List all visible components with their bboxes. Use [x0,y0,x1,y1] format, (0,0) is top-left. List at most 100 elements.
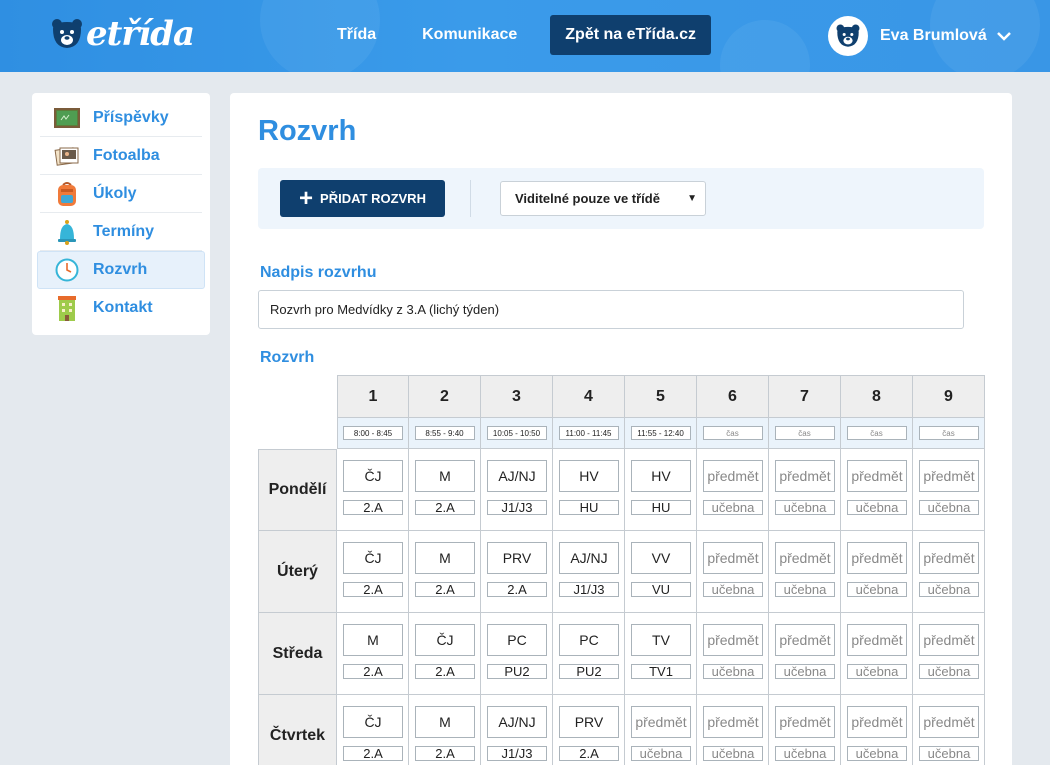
room-input[interactable]: 2.A [559,746,619,761]
room-input[interactable]: 2.A [343,500,403,515]
room-input[interactable]: učebna [775,582,835,597]
room-input[interactable]: J1/J3 [487,746,547,761]
subject-input[interactable]: předmět [847,542,907,574]
room-input[interactable]: PU2 [487,664,547,679]
room-input[interactable]: učebna [847,746,907,761]
subject-input[interactable]: předmět [703,542,763,574]
room-input[interactable]: učebna [847,664,907,679]
room-input[interactable]: TV1 [631,664,691,679]
room-input[interactable]: učebna [919,746,979,761]
sidebar-item-fotoalba[interactable]: Fotoalba [40,137,202,175]
lesson-cell: předmět učebna [913,613,985,695]
subject-input[interactable]: AJ/NJ [487,706,547,738]
nav-trida[interactable]: Třída [337,26,376,44]
sidebar-item-ukoly[interactable]: Úkoly [40,175,202,213]
subject-input[interactable]: předmět [775,624,835,656]
subject-input[interactable]: VV [631,542,691,574]
room-input[interactable]: učebna [919,500,979,515]
subject-input[interactable]: M [415,542,475,574]
subject-input[interactable]: předmět [775,460,835,492]
subject-input[interactable]: předmět [919,542,979,574]
subject-input[interactable]: ČJ [343,542,403,574]
room-input[interactable]: PU2 [559,664,619,679]
subject-input[interactable]: AJ/NJ [559,542,619,574]
room-input[interactable]: 2.A [415,746,475,761]
sidebar-item-kontakt[interactable]: Kontakt [40,289,202,327]
subject-input[interactable]: M [415,460,475,492]
subject-input[interactable]: předmět [703,706,763,738]
visibility-select[interactable]: Viditelné pouze ve třídě ▼ [500,181,706,216]
time-input[interactable]: 11:00 - 11:45 [558,426,619,440]
room-input[interactable]: učebna [703,500,763,515]
room-input[interactable]: učebna [775,746,835,761]
room-input[interactable]: HU [559,500,619,515]
subject-input[interactable]: předmět [631,706,691,738]
room-input[interactable]: učebna [703,664,763,679]
subject-input[interactable]: předmět [919,460,979,492]
time-input[interactable]: 10:05 - 10:50 [486,426,547,440]
subject-input[interactable]: předmět [703,460,763,492]
room-input[interactable]: 2.A [487,582,547,597]
sidebar-item-prispevky[interactable]: Příspěvky [40,99,202,137]
subject-input[interactable]: předmět [847,706,907,738]
subject-input[interactable]: předmět [847,460,907,492]
schedule-name-input[interactable]: Rozvrh pro Medvídky z 3.A (lichý týden) [258,290,964,329]
sidebar-item-rozvrh[interactable]: Rozvrh [37,251,205,289]
subject-input[interactable]: předmět [775,542,835,574]
lesson-cell: ČJ 2.A [337,531,409,613]
room-input[interactable]: učebna [775,500,835,515]
subject-input[interactable]: PC [559,624,619,656]
subject-input[interactable]: předmět [919,706,979,738]
time-input[interactable]: 8:00 - 8:45 [343,426,403,440]
user-menu[interactable]: Eva Brumlová [828,16,1011,56]
subject-input[interactable]: ČJ [343,460,403,492]
room-input[interactable]: J1/J3 [559,582,619,597]
back-to-etrida-button[interactable]: Zpět na eTřída.cz [550,15,711,55]
subject-input[interactable]: PRV [487,542,547,574]
room-input[interactable]: učebna [631,746,691,761]
room-input[interactable]: učebna [703,746,763,761]
subject-input[interactable]: HV [631,460,691,492]
nav-komunikace[interactable]: Komunikace [422,26,517,44]
room-input[interactable]: 2.A [343,746,403,761]
sidebar-item-terminy[interactable]: Termíny [40,213,202,251]
subject-input[interactable]: předmět [919,624,979,656]
room-input[interactable]: VU [631,582,691,597]
room-input[interactable]: učebna [703,582,763,597]
subject-input[interactable]: předmět [847,624,907,656]
lesson-cell: VV VU [625,531,697,613]
room-input[interactable]: učebna [847,582,907,597]
room-input[interactable]: učebna [919,664,979,679]
room-input[interactable]: učebna [847,500,907,515]
time-input[interactable]: čas [702,426,763,440]
etrida-logo[interactable]: etřída [50,14,195,54]
time-input[interactable]: čas [774,426,835,440]
subject-input[interactable]: ČJ [343,706,403,738]
subject-input[interactable]: M [415,706,475,738]
room-input[interactable]: učebna [775,664,835,679]
lesson-cell: předmět učebna [769,695,841,765]
subject-input[interactable]: PC [487,624,547,656]
room-input[interactable]: 2.A [343,664,403,679]
room-input[interactable]: 2.A [415,500,475,515]
time-input[interactable]: 11:55 - 12:40 [630,426,691,440]
subject-input[interactable]: předmět [703,624,763,656]
subject-input[interactable]: M [343,624,403,656]
lesson-cell: předmět učebna [913,695,985,765]
time-input[interactable]: čas [846,426,907,440]
room-input[interactable]: J1/J3 [487,500,547,515]
room-input[interactable]: 2.A [415,582,475,597]
room-input[interactable]: učebna [919,582,979,597]
time-input[interactable]: čas [918,426,979,440]
room-input[interactable]: HU [631,500,691,515]
time-input[interactable]: 8:55 - 9:40 [414,426,475,440]
add-schedule-button[interactable]: + PŘIDAT ROZVRH [280,180,445,217]
subject-input[interactable]: AJ/NJ [487,460,547,492]
subject-input[interactable]: ČJ [415,624,475,656]
subject-input[interactable]: předmět [775,706,835,738]
subject-input[interactable]: PRV [559,706,619,738]
room-input[interactable]: 2.A [415,664,475,679]
subject-input[interactable]: HV [559,460,619,492]
subject-input[interactable]: TV [631,624,691,656]
room-input[interactable]: 2.A [343,582,403,597]
